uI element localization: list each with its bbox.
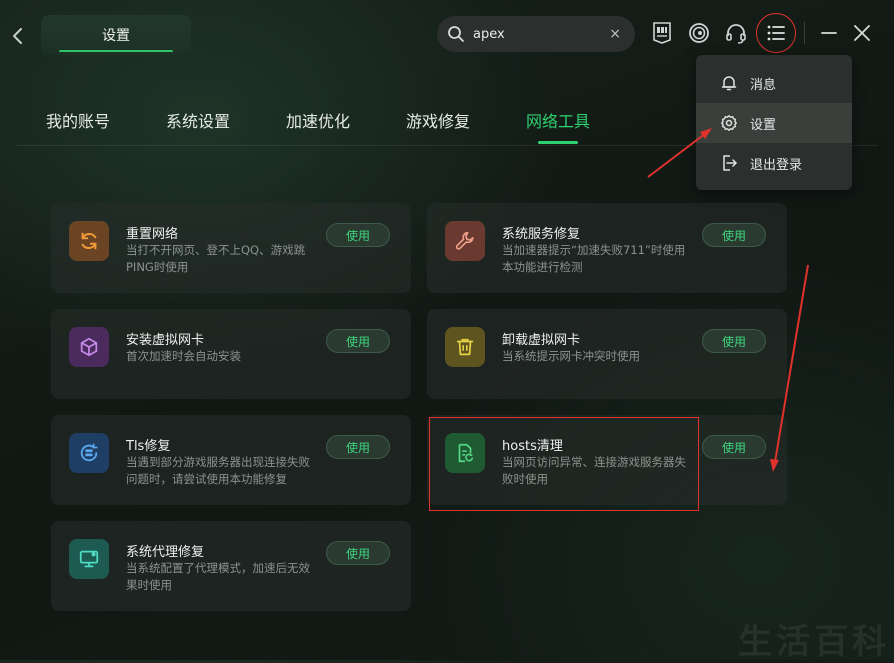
- tile-reset-network: [69, 221, 109, 261]
- tab-acceleration[interactable]: 加速优化: [286, 108, 350, 132]
- tool-card-uninstall-virtual-nic: 卸载虚拟网卡 当系统提示网卡冲突时使用 使用: [427, 309, 787, 399]
- menu-item-label: 退出登录: [750, 157, 803, 173]
- card-title: 重置网络: [126, 227, 179, 242]
- settings-tab-underline: [59, 50, 173, 52]
- card-description: 当遇到部分游戏服务器出现连接失败问题时，请尝试使用本功能修复: [126, 455, 310, 486]
- headset-icon[interactable]: [724, 21, 748, 45]
- tab-label: 系统设置: [166, 112, 231, 131]
- card-description: 当打不开网页、登不上QQ、游戏跳PING时使用: [126, 243, 306, 274]
- close-button[interactable]: [851, 22, 873, 44]
- close-icon: [854, 25, 870, 41]
- gear-icon: [721, 115, 737, 131]
- trash-icon: [456, 338, 474, 356]
- card-description: 当加速器提示“加速失败711”时使用本功能进行检测: [502, 243, 686, 274]
- menu-item-messages[interactable]: 消息: [696, 63, 852, 103]
- settings-page-tab-label: 设置: [102, 28, 130, 44]
- file-refresh-icon: [458, 443, 474, 463]
- card-title: 系统代理修复: [126, 545, 205, 560]
- card-title: 安装虚拟网卡: [126, 333, 205, 348]
- search-input[interactable]: [471, 25, 606, 43]
- search-box[interactable]: ×: [437, 16, 635, 52]
- ubisoft-icon[interactable]: [687, 21, 711, 45]
- tile-system-proxy-repair: [69, 539, 109, 579]
- card-title: Tls修复: [126, 439, 171, 454]
- use-button[interactable]: 使用: [326, 329, 390, 353]
- server-icon: [80, 443, 98, 462]
- card-title: 卸载虚拟网卡: [502, 333, 581, 348]
- tab-game-repair[interactable]: 游戏修复: [406, 108, 470, 132]
- minimize-icon: [821, 32, 837, 34]
- tile-install-virtual-nic: [69, 327, 109, 367]
- tool-card-install-virtual-nic: 安装虚拟网卡 首次加速时会自动安装 使用: [51, 309, 411, 399]
- card-title: hosts清理: [502, 439, 563, 454]
- tool-card-tls-repair: Tls修复 当遇到部分游戏服务器出现连接失败问题时，请尝试使用本功能修复 使用: [51, 415, 411, 505]
- tab-label: 我的账号: [46, 112, 111, 131]
- tab-my-account[interactable]: 我的账号: [46, 108, 110, 132]
- tile-tls-repair: [69, 433, 109, 473]
- menu-item-logout[interactable]: 退出登录: [696, 143, 852, 183]
- tab-system-settings[interactable]: 系统设置: [166, 108, 230, 132]
- use-button[interactable]: 使用: [326, 435, 390, 459]
- use-button[interactable]: 使用: [702, 223, 766, 247]
- epic-games-icon[interactable]: [650, 21, 674, 45]
- card-description: 首次加速时会自动安装: [126, 349, 241, 363]
- card-description: 当网页访问异常、连接游戏服务器失败时使用: [502, 455, 686, 486]
- tab-label: 加速优化: [286, 112, 351, 131]
- tab-label: 游戏修复: [406, 112, 471, 131]
- wrench-icon: [455, 231, 474, 250]
- logout-icon: [723, 155, 737, 171]
- tile-hosts-cleanup: [445, 433, 485, 473]
- cube-icon: [80, 337, 98, 357]
- main-menu-dropdown: 消息 设置 退出登录: [696, 55, 852, 190]
- settings-page-tab[interactable]: 设置: [41, 15, 191, 55]
- tab-label: 网络工具: [526, 112, 591, 131]
- use-button[interactable]: 使用: [702, 435, 766, 459]
- tile-uninstall-virtual-nic: [445, 327, 485, 367]
- tool-card-system-service-repair: 系统服务修复 当加速器提示“加速失败711”时使用本功能进行检测 使用: [427, 203, 787, 293]
- minimize-button[interactable]: [818, 22, 840, 44]
- chevron-left-icon: [13, 28, 22, 44]
- use-button[interactable]: 使用: [702, 329, 766, 353]
- menu-item-label: 设置: [750, 117, 777, 133]
- list-menu-icon: [767, 25, 785, 41]
- tool-card-reset-network: 重置网络 当打不开网页、登不上QQ、游戏跳PING时使用 使用: [51, 203, 411, 293]
- menu-button[interactable]: [756, 13, 796, 53]
- tool-card-hosts-cleanup: hosts清理 当网页访问异常、连接游戏服务器失败时使用 使用: [427, 415, 787, 505]
- use-button[interactable]: 使用: [326, 541, 390, 565]
- watermark-text: 生活百科: [738, 622, 890, 662]
- card-description: 当系统提示网卡冲突时使用: [502, 349, 640, 363]
- card-description: 当系统配置了代理模式，加速后无效果时使用: [126, 561, 310, 592]
- tab-network-tools[interactable]: 网络工具: [526, 108, 591, 144]
- use-button[interactable]: 使用: [326, 223, 390, 247]
- menu-item-label: 消息: [750, 77, 777, 93]
- card-title: 系统服务修复: [502, 227, 581, 242]
- monitor-icon: [79, 550, 99, 568]
- tile-system-service-repair: [445, 221, 485, 261]
- active-tab-underline: [538, 141, 579, 144]
- header-separator: [804, 22, 805, 44]
- bell-icon: [721, 76, 737, 91]
- tool-card-system-proxy-repair: 系统代理修复 当系统配置了代理模式，加速后无效果时使用 使用: [51, 521, 411, 611]
- search-icon: [448, 26, 464, 42]
- back-button[interactable]: [8, 24, 28, 48]
- refresh-icon: [81, 232, 97, 250]
- menu-item-settings[interactable]: 设置: [696, 103, 852, 143]
- search-clear-button[interactable]: ×: [605, 26, 625, 42]
